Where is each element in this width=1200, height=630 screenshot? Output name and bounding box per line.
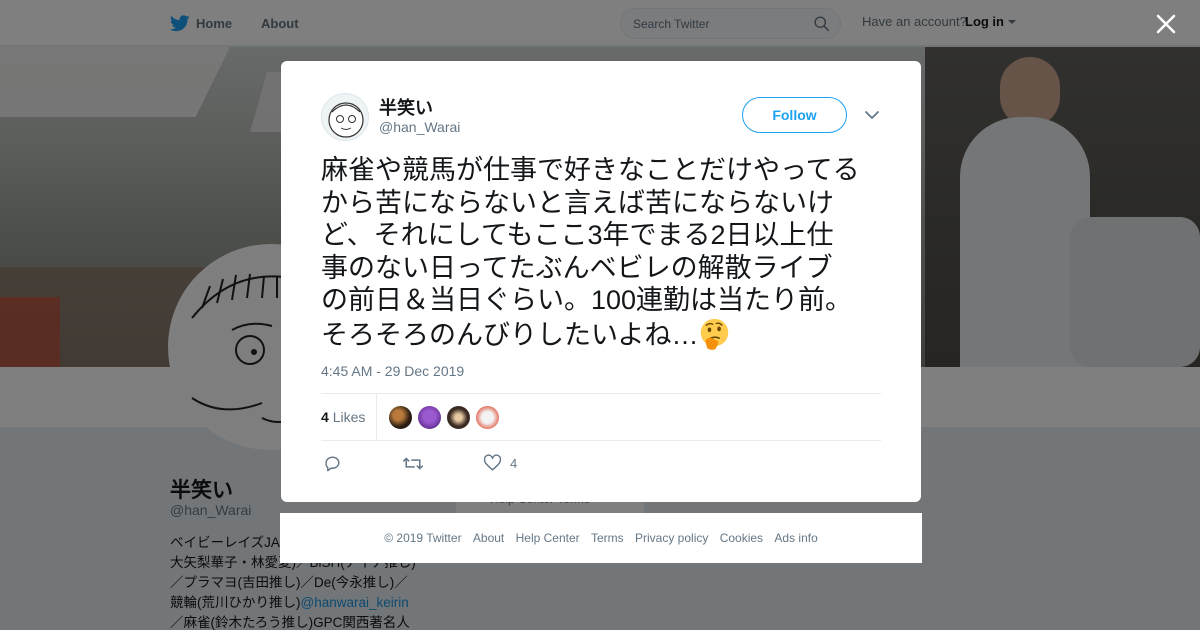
thinking-face-emoji-icon <box>701 318 729 350</box>
tweet-text-line: から苦にならないと言えば苦にならないけ <box>321 187 834 218</box>
footer-link-help-center[interactable]: Help Center <box>516 531 580 545</box>
liker-avatar[interactable] <box>475 405 500 430</box>
follow-button[interactable]: Follow <box>742 97 847 133</box>
tweet-text-line: の前日＆当日ぐらい。100連勤は当たり前。 <box>321 285 853 315</box>
reply-icon <box>325 455 340 471</box>
like-action-count: 4 <box>510 455 518 471</box>
modal-footer: © 2019 Twitter About Help Center Terms P… <box>280 513 922 563</box>
footer-link-terms[interactable]: Terms <box>591 531 624 545</box>
reply-button[interactable] <box>323 451 342 475</box>
liker-avatar[interactable] <box>417 405 442 430</box>
liker-avatar[interactable] <box>446 405 471 430</box>
tweet-text: 麻雀や競馬が仕事で好きなことだけやってる から苦にならないと言えば苦にならないけ… <box>321 154 896 351</box>
footer-link-cookies[interactable]: Cookies <box>720 531 763 545</box>
liker-avatar[interactable] <box>388 405 413 430</box>
tweet-actions: 4 <box>321 451 881 475</box>
footer-link-ads-info[interactable]: Ads info <box>774 531 817 545</box>
like-button[interactable]: 4 <box>483 451 517 475</box>
tweet-permalink-modal: 半笑い @han_Warai Follow 麻雀や競馬が仕事で好きなことだけやっ… <box>281 61 921 502</box>
heart-icon <box>483 453 502 471</box>
tweet-text-line: 麻雀や競馬が仕事で好きなことだけやってる <box>321 155 860 185</box>
chevron-down-icon[interactable] <box>864 109 880 121</box>
footer-link-privacy[interactable]: Privacy policy <box>635 531 708 545</box>
tweet-text-line: ど、それにしてもここ3年でまる2日以上仕 <box>321 220 834 250</box>
tweet-text-line: そろそろのんびりしたいよね… <box>321 317 896 352</box>
tweet-timestamp[interactable]: 4:45 AM - 29 Dec 2019 <box>321 363 464 379</box>
author-avatar[interactable] <box>321 93 369 141</box>
sketch-face-icon <box>328 102 364 138</box>
tweet-text-line: 事のない日ってたぶんベビレの解散ライブ <box>321 252 833 283</box>
retweet-button[interactable] <box>402 451 424 475</box>
retweet-icon <box>402 456 424 470</box>
author-name[interactable]: 半笑い <box>379 94 433 120</box>
author-handle[interactable]: @han_Warai <box>379 119 460 135</box>
footer-links: © 2019 Twitter About Help Center Terms P… <box>280 531 922 545</box>
footer-link-about[interactable]: About <box>473 531 504 545</box>
footer-link-copyright: © 2019 Twitter <box>384 531 462 545</box>
close-icon[interactable] <box>1155 13 1177 35</box>
likes-count[interactable]: 4 Likes <box>321 409 365 425</box>
tweet-stats: 4 Likes <box>321 393 881 441</box>
